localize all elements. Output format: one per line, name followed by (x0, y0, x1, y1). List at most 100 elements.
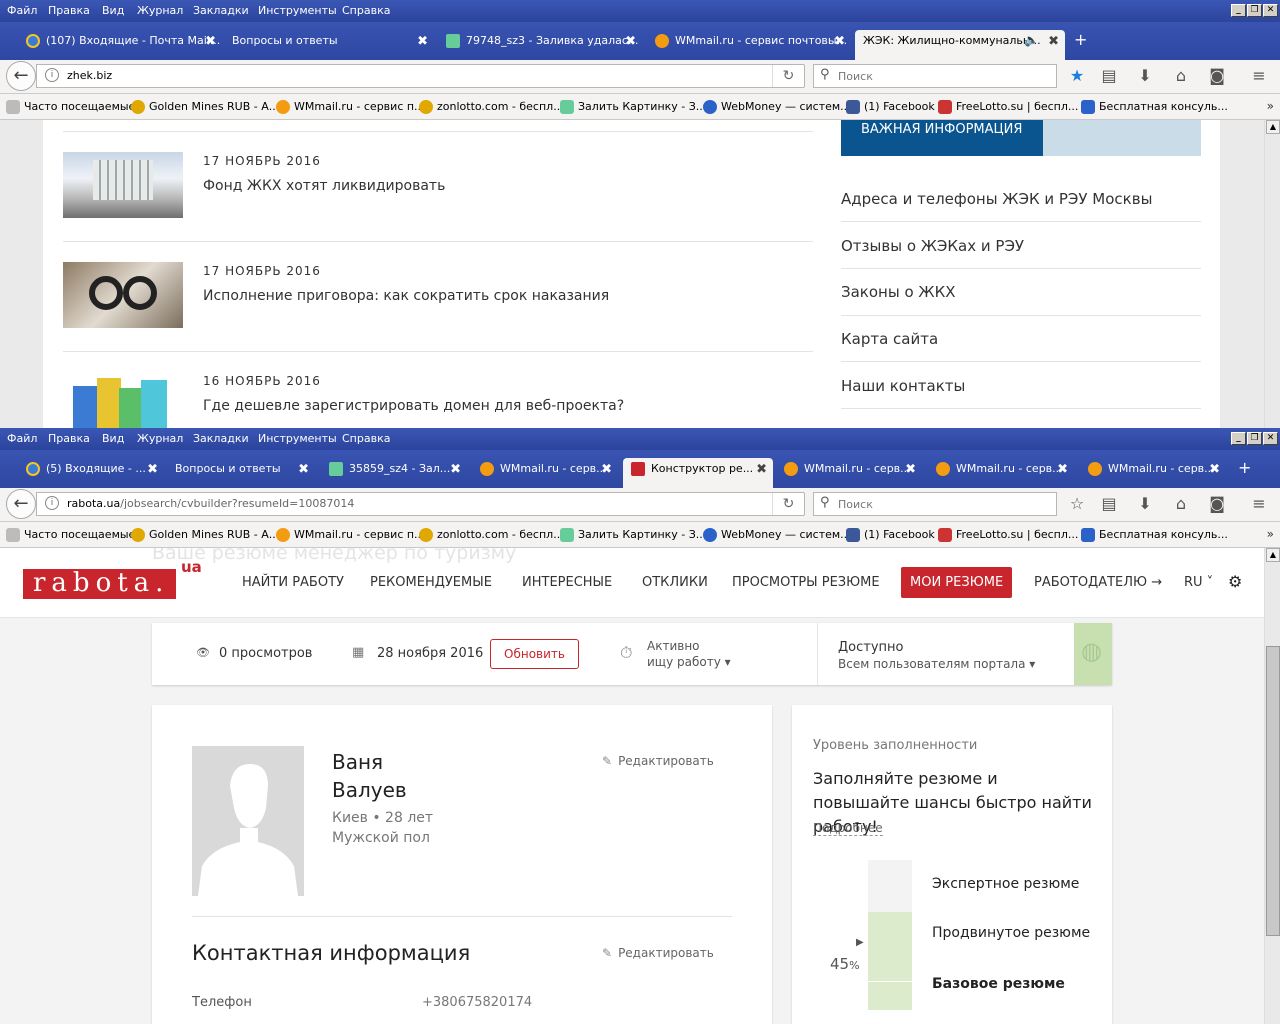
sidebar-link[interactable]: Адреса и телефоны ЖЭК и РЭУ Москвы (841, 190, 1201, 208)
bookmark-item[interactable]: WMmail.ru - сервис п... (276, 100, 425, 114)
tab-mail[interactable]: (107) Входящие - Почта Mail... ✖ (18, 30, 222, 60)
menu-file[interactable]: Файл (7, 4, 37, 17)
tab-wmmail[interactable]: WMmail.ru - серв... ✖ (928, 458, 1074, 488)
menu-view[interactable]: Вид (102, 432, 124, 445)
gear-icon[interactable]: ⚙ (1228, 572, 1242, 591)
sidebar-link[interactable]: Отзывы о ЖЭКах и РЭУ (841, 237, 1201, 255)
more-bookmarks-icon[interactable]: » (1267, 99, 1274, 113)
library-icon[interactable]: ▤ (1099, 494, 1119, 513)
sidebar-link[interactable]: Карта сайта (841, 330, 1201, 348)
menu-help[interactable]: Справка (342, 432, 390, 445)
new-tab-icon[interactable]: + (1238, 458, 1251, 477)
nav-employer[interactable]: РАБОТОДАТЕЛЮ → (1034, 575, 1162, 590)
menu-tools[interactable]: Инструменты (258, 432, 337, 445)
news-thumbnail[interactable] (63, 152, 183, 218)
tab-zhek[interactable]: ЖЭК: Жилищно-коммунальн... 🔈 ✖ (855, 30, 1065, 60)
tab-mail[interactable]: (5) Входящие - ... ✖ (18, 458, 164, 488)
refresh-button[interactable]: Обновить (490, 639, 579, 669)
scrollbar[interactable]: ▲ (1264, 548, 1280, 1024)
url-bar[interactable]: i zhek.biz ↻ (36, 64, 805, 88)
pocket-icon[interactable]: ◙ (1207, 494, 1227, 513)
avatar[interactable] (192, 746, 304, 896)
menu-bookmarks[interactable]: Закладки (193, 432, 249, 445)
close-icon[interactable]: ✕ (1263, 432, 1278, 445)
reload-icon[interactable]: ↻ (772, 493, 804, 515)
menu-tools[interactable]: Инструменты (258, 4, 337, 17)
bookmark-item[interactable]: Залить Картинку - З... (560, 100, 706, 114)
news-item[interactable]: 17 НОЯБРЬ 2016 Фонд ЖКХ хотят ликвидиров… (63, 152, 813, 222)
menu-edit[interactable]: Правка (48, 4, 90, 17)
news-item[interactable]: 17 НОЯБРЬ 2016 Исполнение приговора: как… (63, 262, 813, 332)
menu-edit[interactable]: Правка (48, 432, 90, 445)
bookmark-item[interactable]: WebMoney — систем... (703, 528, 851, 542)
menu-bookmarks[interactable]: Закладки (193, 4, 249, 17)
tab-faq[interactable]: Вопросы и ответы ✖ (224, 30, 434, 60)
nav-recommended[interactable]: РЕКОМЕНДУЕМЫЕ (370, 575, 492, 590)
close-tab-icon[interactable]: ✖ (298, 462, 309, 477)
scrollbar[interactable]: ▲ (1264, 120, 1280, 428)
menu-history[interactable]: Журнал (137, 4, 183, 17)
hamburger-menu-icon[interactable]: ≡ (1249, 66, 1269, 85)
tab-wmmail[interactable]: WMmail.ru - сервис почтовы... ✖ (647, 30, 851, 60)
nav-my-resumes[interactable]: МОИ РЕЗЮМЕ (901, 567, 1013, 598)
bookmark-item[interactable]: Залить Картинку - З... (560, 528, 706, 542)
rabota-logo[interactable]: rabota. (23, 569, 176, 599)
restore-icon[interactable]: ❐ (1247, 432, 1262, 445)
news-title[interactable]: Где дешевле зарегистрировать домен для в… (203, 398, 624, 414)
close-tab-icon[interactable]: ✖ (1057, 462, 1068, 477)
home-icon[interactable]: ⌂ (1171, 66, 1191, 85)
close-tab-icon[interactable]: ✖ (905, 462, 916, 477)
reload-icon[interactable]: ↻ (772, 65, 804, 87)
download-icon[interactable]: ⬇ (1135, 494, 1155, 513)
bookmark-item[interactable]: (1) Facebook (846, 528, 935, 542)
bookmark-item[interactable]: WMmail.ru - сервис п... (276, 528, 425, 542)
close-tab-icon[interactable]: ✖ (417, 34, 428, 49)
tab-wmmail[interactable]: WMmail.ru - серв... ✖ (776, 458, 922, 488)
bookmark-item[interactable]: zonlotto.com - беспл... (419, 100, 564, 114)
pocket-icon[interactable]: ◙ (1207, 66, 1227, 85)
tab-image-upload[interactable]: 79748_sz3 - Заливка удалас... ✖ (438, 30, 642, 60)
minimize-icon[interactable]: _ (1231, 432, 1246, 445)
news-item[interactable]: 16 НОЯБРЬ 2016 Где дешевле зарегистриров… (63, 372, 813, 428)
speaker-icon[interactable]: 🔈 (1024, 33, 1039, 47)
back-icon[interactable]: ← (6, 61, 36, 91)
bookmark-item[interactable]: Бесплатная консуль... (1081, 100, 1228, 114)
url-bar[interactable]: i rabota.ua/jobsearch/cvbuilder?resumeId… (36, 492, 805, 516)
edit-profile-button[interactable]: ✎ Редактировать (602, 754, 714, 768)
library-icon[interactable]: ▤ (1099, 66, 1119, 85)
hamburger-menu-icon[interactable]: ≡ (1249, 494, 1269, 513)
scroll-up-icon[interactable]: ▲ (1266, 548, 1280, 562)
tab-wmmail[interactable]: WMmail.ru - серв... ✖ (1080, 458, 1226, 488)
bookmark-item[interactable]: WebMoney — систем... (703, 100, 851, 114)
close-tab-icon[interactable]: ✖ (205, 34, 216, 49)
close-tab-icon[interactable]: ✖ (1209, 462, 1220, 477)
close-tab-icon[interactable]: ✖ (834, 34, 845, 49)
sidebar-link[interactable]: Законы о ЖКХ (841, 283, 1201, 301)
back-icon[interactable]: ← (6, 489, 36, 519)
edit-contact-button[interactable]: ✎ Редактировать (602, 946, 714, 960)
close-tab-icon[interactable]: ✖ (601, 462, 612, 477)
bookmark-item[interactable]: Golden Mines RUB - А... (131, 528, 279, 542)
minimize-icon[interactable]: _ (1231, 4, 1246, 17)
nav-responses[interactable]: ОТКЛИКИ (642, 575, 708, 590)
status-dropdown[interactable]: ищу работу ▾ (647, 655, 731, 669)
bookmark-star-icon[interactable]: ☆ (1067, 494, 1087, 513)
search-input[interactable]: ⚲ Поиск (813, 64, 1057, 88)
tab-faq[interactable]: Вопросы и ответы ✖ (167, 458, 315, 488)
close-tab-icon[interactable]: ✖ (625, 34, 636, 49)
tab-wmmail[interactable]: WMmail.ru - серв... ✖ (472, 458, 618, 488)
close-tab-icon[interactable]: ✖ (756, 462, 767, 477)
more-bookmarks-icon[interactable]: » (1267, 527, 1274, 541)
tab-image-upload[interactable]: 35859_sz4 - Зал... ✖ (321, 458, 467, 488)
menu-history[interactable]: Журнал (137, 432, 183, 445)
news-title[interactable]: Фонд ЖКХ хотят ликвидировать (203, 178, 445, 194)
home-icon[interactable]: ⌂ (1171, 494, 1191, 513)
close-tab-icon[interactable]: ✖ (450, 462, 461, 477)
bookmark-item[interactable]: Часто посещаемые (6, 528, 135, 542)
scroll-up-icon[interactable]: ▲ (1266, 120, 1280, 134)
scroll-thumb[interactable] (1266, 646, 1280, 936)
bookmark-item[interactable]: (1) Facebook (846, 100, 935, 114)
download-icon[interactable]: ⬇ (1135, 66, 1155, 85)
bookmark-item[interactable]: FreeLotto.su | беспл... (938, 528, 1078, 542)
news-thumbnail[interactable] (63, 372, 183, 428)
